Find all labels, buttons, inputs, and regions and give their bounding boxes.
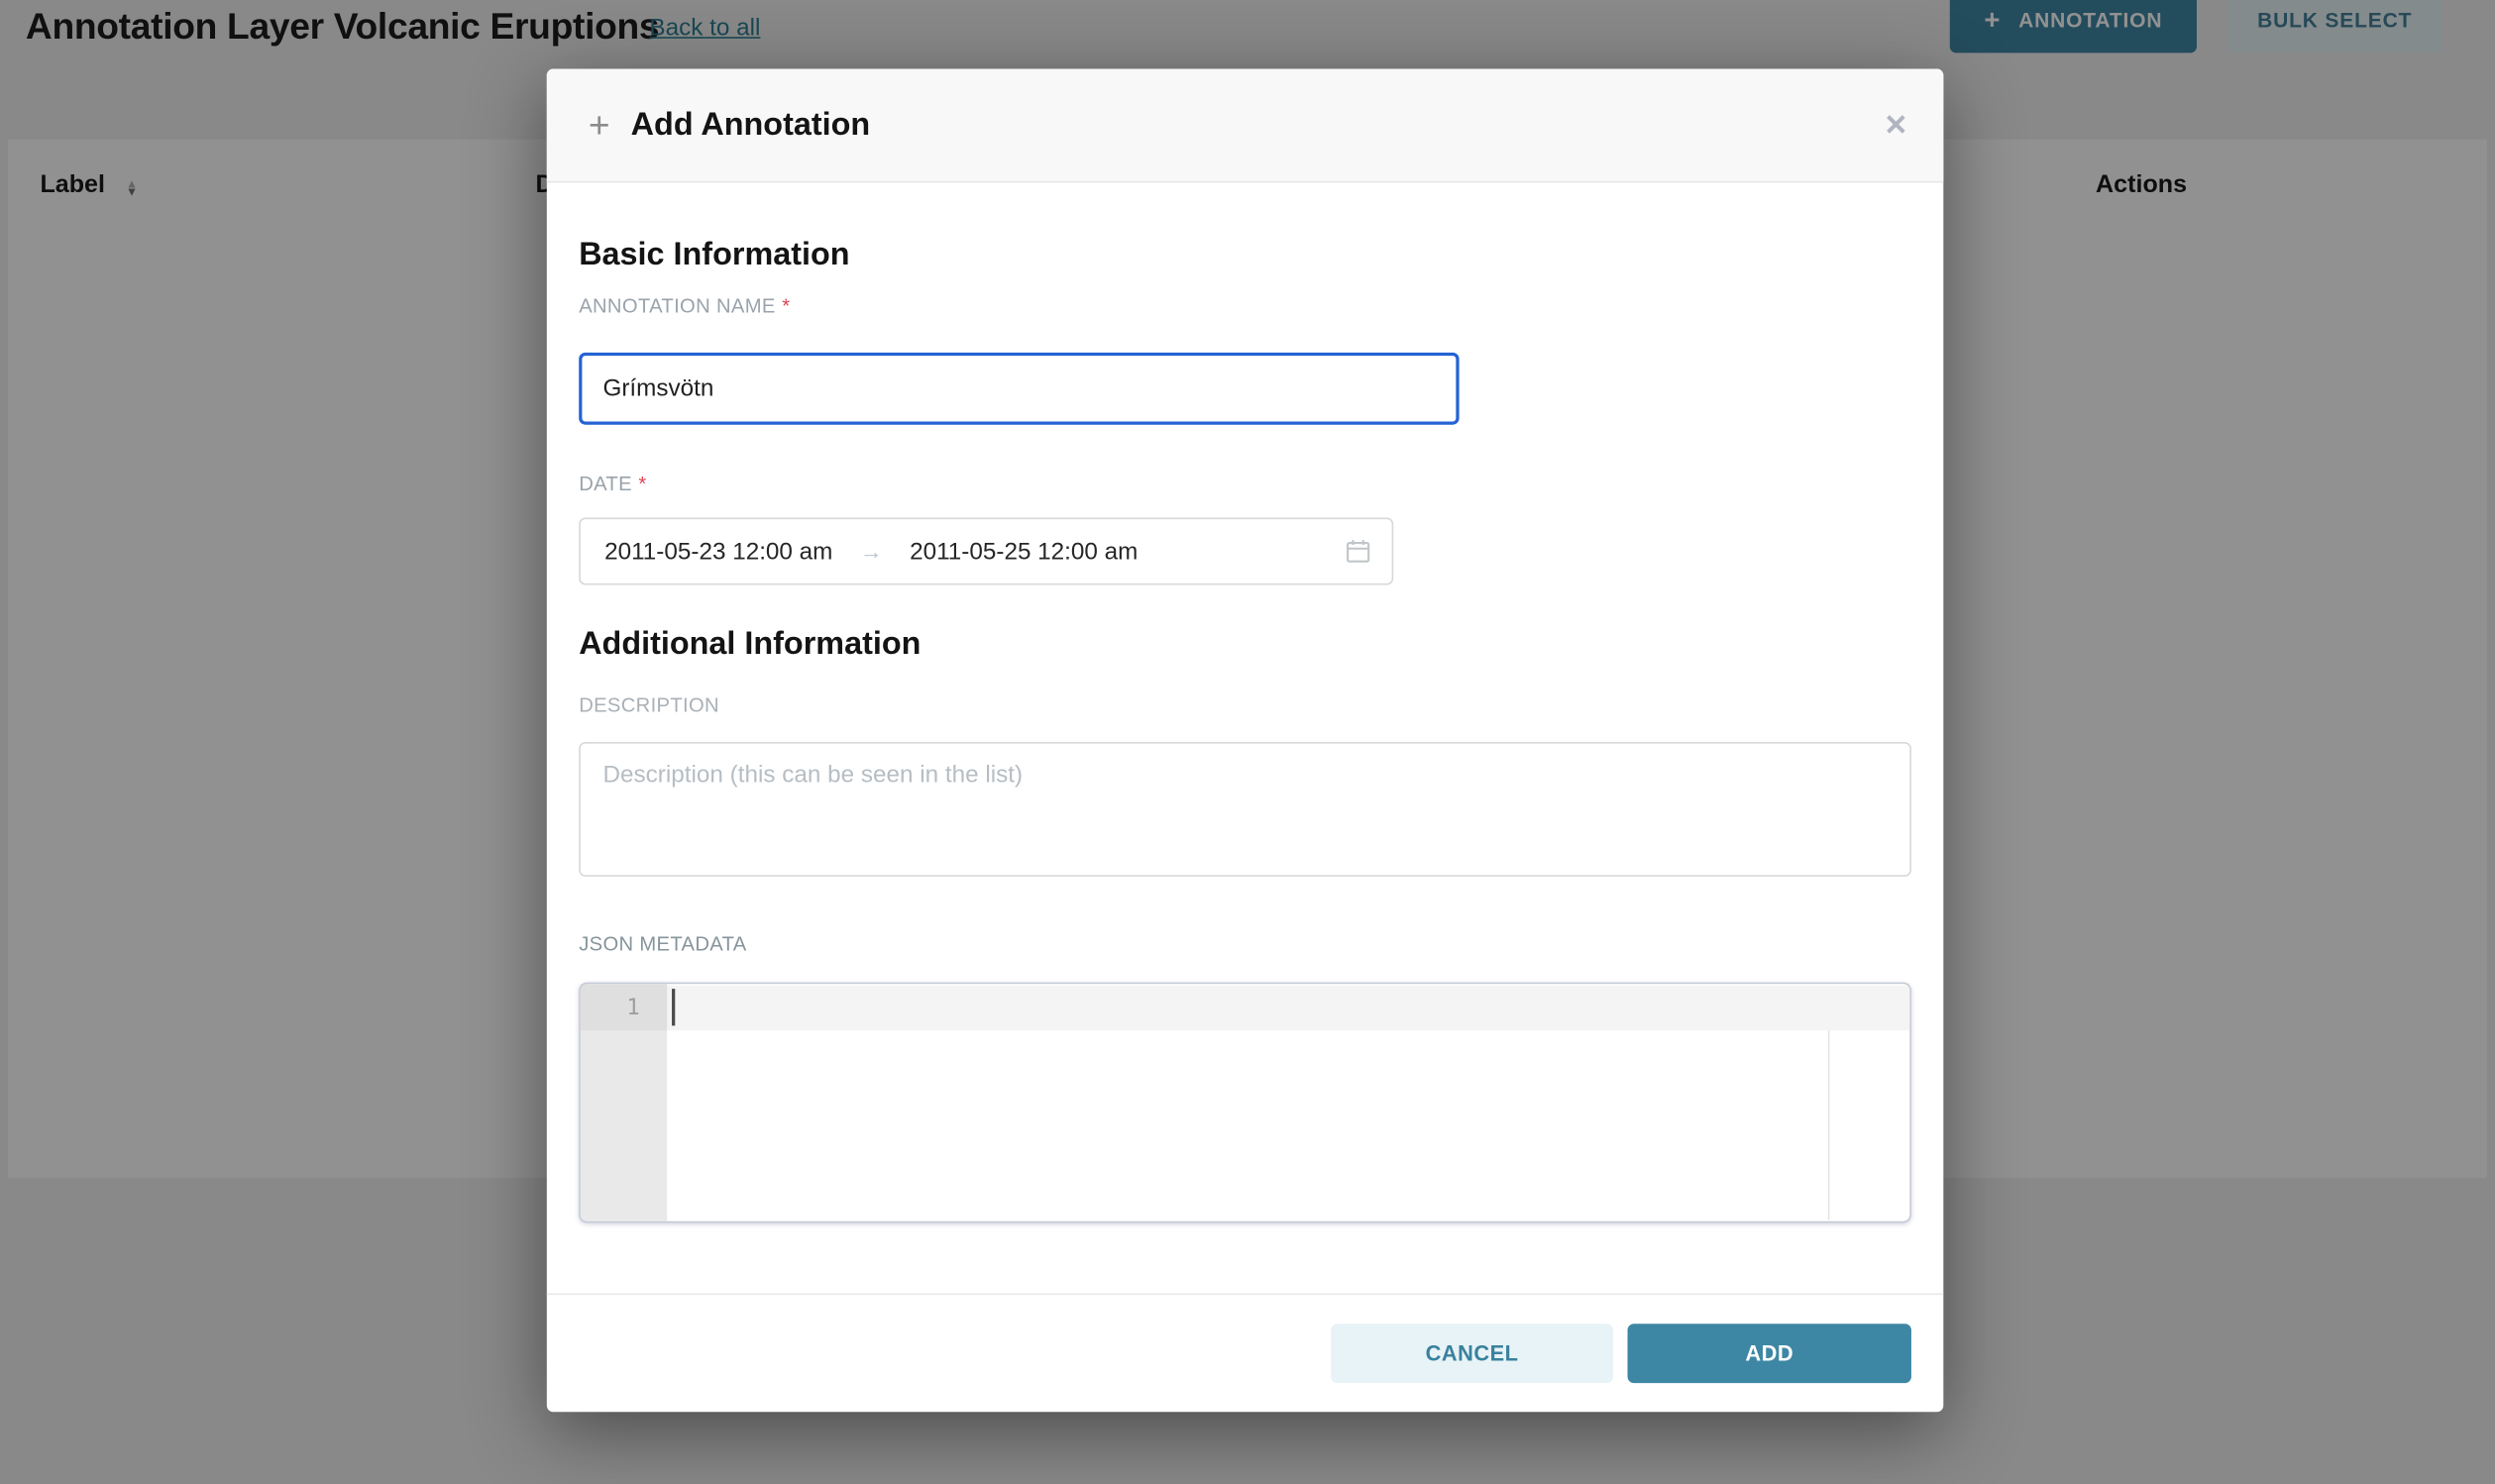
modal-body: Basic Information ANNOTATION NAME* DATE*… [547,182,1943,1293]
section-basic-information: Basic Information [579,234,1911,275]
calendar-icon [1346,539,1371,565]
date-start-value[interactable]: 2011-05-23 12:00 am [604,538,832,566]
text-cursor [672,989,675,1025]
required-asterisk: * [782,295,790,318]
cancel-button[interactable]: CANCEL [1331,1324,1613,1383]
modal-title: Add Annotation [631,107,870,144]
date-label: DATE* [579,475,1911,495]
description-textarea[interactable] [579,742,1911,877]
add-annotation-modal: + Add Annotation ✕ Basic Information ANN… [547,69,1943,1413]
close-icon[interactable]: ✕ [1878,104,1914,146]
json-metadata-editor[interactable]: 1 [579,983,1911,1223]
add-button[interactable]: ADD [1628,1324,1911,1383]
editor-active-line [667,986,1909,1030]
print-margin-line [1828,1030,1830,1219]
arrow-right-icon: → [860,539,883,565]
modal-header: + Add Annotation ✕ [547,69,1943,183]
annotation-name-input[interactable] [579,353,1459,425]
line-number: 1 [627,995,640,1020]
annotation-name-label: ANNOTATION NAME* [579,296,1911,317]
editor-gutter-active-cell: 1 [581,984,667,1030]
date-range-picker[interactable]: 2011-05-23 12:00 am → 2011-05-25 12:00 a… [579,518,1393,585]
description-label: DESCRIPTION [579,695,1911,716]
date-end-value[interactable]: 2011-05-25 12:00 am [910,538,1138,566]
plus-icon: + [589,107,610,144]
modal-footer: CANCEL ADD [547,1294,1943,1413]
section-additional-information: Additional Information [579,623,1911,665]
app-viewport: Annotation Layer Volcanic Eruptions Back… [0,0,2495,1484]
required-asterisk: * [638,473,646,495]
json-metadata-label: JSON METADATA [579,934,1911,955]
